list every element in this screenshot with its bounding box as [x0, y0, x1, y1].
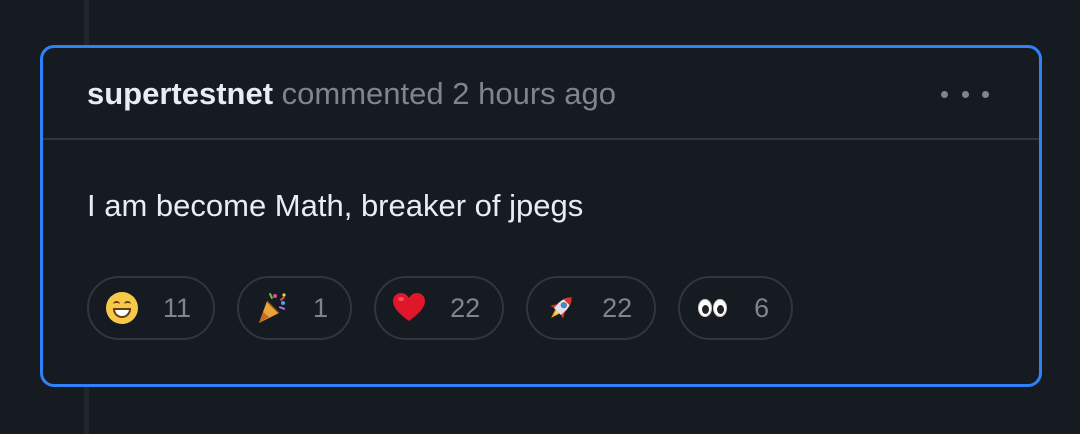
reaction-count: 22 — [602, 292, 633, 323]
reactions-bar: 11 1 22 22 6 — [87, 276, 794, 340]
reaction-rocket-button[interactable]: 22 — [526, 276, 657, 340]
reaction-count: 1 — [313, 292, 329, 323]
reaction-count: 6 — [754, 292, 770, 323]
kebab-dot — [961, 90, 969, 98]
comment-header: supertestnet commented 2 hours ago — [43, 48, 1039, 140]
reaction-smile-button[interactable]: 11 — [87, 276, 216, 340]
reaction-tada-button[interactable]: 1 — [237, 276, 353, 340]
heart-emoji-icon — [392, 291, 426, 325]
reaction-eyes-button[interactable]: 6 — [678, 276, 794, 340]
kebab-dot — [982, 90, 989, 98]
smile-emoji-icon — [105, 291, 139, 325]
comment-options-button[interactable] — [941, 78, 989, 110]
comment-author-link[interactable]: supertestnet — [87, 76, 273, 111]
kebab-horizontal-icon — [941, 90, 948, 98]
comment-body: I am become Math, breaker of jpegs — [87, 188, 584, 223]
comment-card: supertestnet commented 2 hours ago I am … — [40, 45, 1042, 387]
comment-timestamp[interactable]: 2 hours ago — [452, 76, 616, 111]
page: supertestnet commented 2 hours ago I am … — [0, 0, 1080, 434]
comment-header-text: supertestnet commented 2 hours ago — [87, 74, 616, 114]
comment-action: commented — [281, 76, 444, 111]
rocket-emoji-icon — [544, 291, 578, 325]
reaction-heart-button[interactable]: 22 — [374, 276, 505, 340]
eyes-emoji-icon — [696, 291, 730, 325]
tada-emoji-icon — [255, 291, 289, 325]
reaction-count: 22 — [450, 292, 481, 323]
reaction-count: 11 — [163, 292, 192, 323]
